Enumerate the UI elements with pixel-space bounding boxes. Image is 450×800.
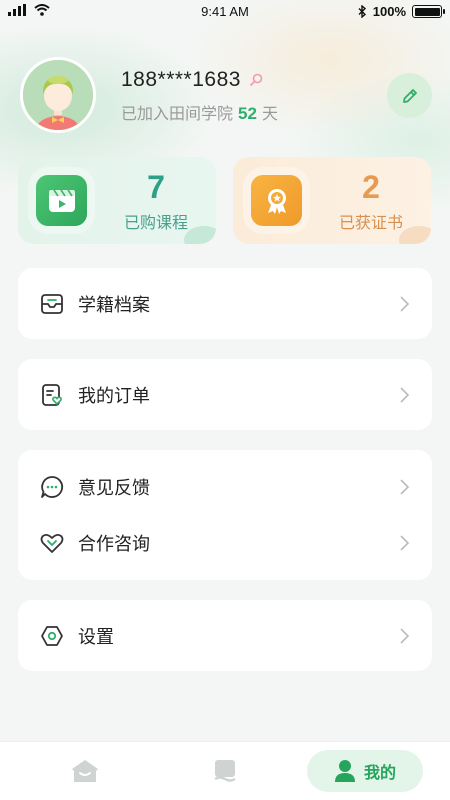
- menu-label-cooperation: 合作咨询: [78, 534, 150, 554]
- menu-item-records[interactable]: 学籍档案: [18, 276, 432, 332]
- certificates-count: 2: [362, 169, 380, 205]
- joined-suffix: 天: [261, 106, 278, 123]
- menu-label-feedback: 意见反馈: [78, 478, 150, 498]
- tab-mine[interactable]: 我的: [307, 750, 423, 792]
- chevron-right-icon: [400, 535, 410, 551]
- avatar[interactable]: [20, 57, 96, 133]
- menu-item-orders[interactable]: 我的订单: [18, 367, 432, 423]
- joined-prefix: 已加入田间学院: [121, 106, 234, 123]
- award-medal-icon: [251, 175, 302, 226]
- bluetooth-icon: [358, 5, 366, 18]
- menu-label-orders: 我的订单: [78, 386, 150, 406]
- inbox-tray-icon: [40, 292, 64, 316]
- phone-number-row: 188****1683: [121, 68, 263, 92]
- support-card: 意见反馈 合作咨询: [18, 450, 432, 580]
- chevron-right-icon: [400, 628, 410, 644]
- avatar-illustration: [23, 60, 93, 130]
- pencil-icon: [402, 88, 417, 103]
- chat-bubble-icon: [40, 475, 64, 499]
- records-card: 学籍档案: [18, 268, 432, 339]
- joined-days: 52: [238, 104, 257, 123]
- phone-number: 188****1683: [121, 68, 241, 91]
- video-clapper-icon: [36, 175, 87, 226]
- handshake-heart-icon: [40, 531, 64, 555]
- orders-card: 我的订单: [18, 359, 432, 430]
- status-right: 100%: [358, 4, 445, 19]
- joined-info: 已加入田间学院 52 天: [121, 100, 278, 124]
- chevron-right-icon: [400, 387, 410, 403]
- status-bar: 9:41 AM 100%: [0, 0, 450, 24]
- battery-icon: [412, 5, 445, 18]
- certificates-card[interactable]: 2 已获证书: [233, 157, 431, 244]
- purchased-courses-card[interactable]: 7 已购课程: [18, 157, 216, 244]
- menu-label-settings: 设置: [78, 627, 114, 647]
- menu-item-settings[interactable]: 设置: [18, 608, 432, 664]
- menu-item-cooperation[interactable]: 合作咨询: [18, 515, 432, 571]
- chevron-right-icon: [400, 479, 410, 495]
- tab-courses[interactable]: [200, 750, 250, 792]
- home-icon: [72, 760, 98, 782]
- chevron-right-icon: [400, 296, 410, 312]
- purchased-courses-count: 7: [147, 169, 165, 205]
- bottom-tab-bar: 我的: [0, 741, 450, 800]
- tab-home[interactable]: [60, 750, 110, 792]
- battery-percent: 100%: [372, 4, 406, 19]
- person-icon: [334, 760, 355, 782]
- menu-label-records: 学籍档案: [78, 295, 150, 315]
- edit-profile-button[interactable]: [387, 73, 432, 118]
- settings-card: 设置: [18, 600, 432, 671]
- hexagon-settings-icon: [40, 624, 64, 648]
- book-icon: [214, 760, 236, 782]
- search-icon[interactable]: [249, 73, 263, 87]
- menu-item-feedback[interactable]: 意见反馈: [18, 459, 432, 515]
- order-list-icon: [40, 383, 64, 407]
- tab-mine-label: 我的: [363, 765, 396, 782]
